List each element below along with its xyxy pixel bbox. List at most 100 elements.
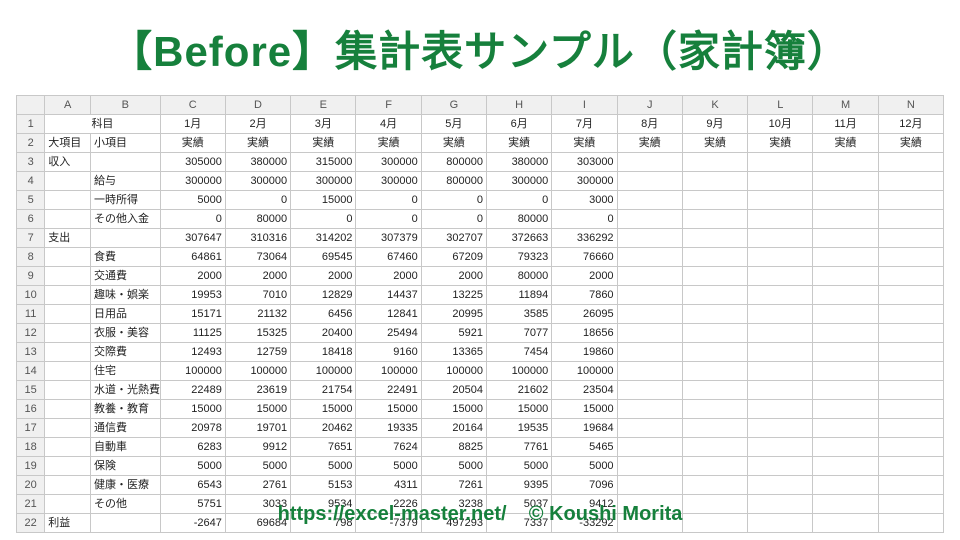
cell-value[interactable]: 372663 [487,229,552,248]
cell-value[interactable]: 14437 [356,286,421,305]
cell-value[interactable]: 2000 [552,267,617,286]
cell-value[interactable] [682,248,747,267]
cell-value[interactable]: 307379 [356,229,421,248]
cell-value[interactable]: 300000 [487,172,552,191]
cell-value[interactable]: 310316 [225,229,290,248]
cell-value[interactable]: 800000 [421,153,486,172]
cell-value[interactable]: 5000 [356,457,421,476]
cell-value[interactable]: 336292 [552,229,617,248]
cell-value[interactable]: 0 [160,210,225,229]
cell-value[interactable]: 15171 [160,305,225,324]
cell-value[interactable]: 2761 [225,476,290,495]
cell-value[interactable] [878,400,943,419]
cell-sub-cat[interactable]: 趣味・娯楽 [90,286,160,305]
cell-month-9[interactable]: 9月 [682,115,747,134]
cell-value[interactable] [682,381,747,400]
cell-jisseki-4[interactable]: 実績 [356,134,421,153]
cell-jisseki-7[interactable]: 実績 [552,134,617,153]
cell-value[interactable] [813,400,878,419]
cell-value[interactable]: 380000 [225,153,290,172]
cell-value[interactable] [878,305,943,324]
cell-month-12[interactable]: 12月 [878,115,943,134]
cell-value[interactable]: 9912 [225,438,290,457]
cell-value[interactable] [682,457,747,476]
cell-value[interactable]: 9395 [487,476,552,495]
cell-value[interactable]: 21754 [291,381,356,400]
cell-value[interactable]: 64861 [160,248,225,267]
cell-big-cat[interactable] [45,286,91,305]
cell-value[interactable] [617,305,682,324]
column-header-A[interactable]: A [45,96,91,115]
cell-value[interactable]: 100000 [160,362,225,381]
cell-value[interactable] [813,153,878,172]
row-header-3[interactable]: 3 [17,153,45,172]
cell-value[interactable] [813,229,878,248]
row-header-17[interactable]: 17 [17,419,45,438]
cell-value[interactable] [878,457,943,476]
cell-sub-cat[interactable] [90,229,160,248]
cell-value[interactable]: 20995 [421,305,486,324]
cell-value[interactable]: 0 [356,191,421,210]
cell-value[interactable] [878,248,943,267]
row-header-18[interactable]: 18 [17,438,45,457]
cell-value[interactable]: 19684 [552,419,617,438]
cell-value[interactable]: 7096 [552,476,617,495]
cell-big-cat[interactable] [45,191,91,210]
cell-value[interactable] [813,343,878,362]
cell-value[interactable]: 7077 [487,324,552,343]
cell-value[interactable] [748,400,813,419]
cell-value[interactable]: 80000 [487,210,552,229]
cell-value[interactable]: 7761 [487,438,552,457]
cell-value[interactable] [748,324,813,343]
cell-value[interactable]: 9160 [356,343,421,362]
cell-value[interactable]: 20462 [291,419,356,438]
cell-value[interactable] [813,457,878,476]
column-header-B[interactable]: B [90,96,160,115]
cell-value[interactable]: 19335 [356,419,421,438]
cell-value[interactable]: 12759 [225,343,290,362]
row-header-11[interactable]: 11 [17,305,45,324]
cell-value[interactable] [617,381,682,400]
cell-sub-cat[interactable]: その他入金 [90,210,160,229]
cell-value[interactable] [682,476,747,495]
cell-value[interactable] [878,419,943,438]
cell-value[interactable] [682,324,747,343]
cell-sub-cat[interactable]: 健康・医療 [90,476,160,495]
cell-value[interactable]: 2000 [225,267,290,286]
cell-value[interactable] [617,153,682,172]
cell-value[interactable]: 26095 [552,305,617,324]
cell-jisseki-9[interactable]: 実績 [682,134,747,153]
cell-value[interactable]: 5000 [160,457,225,476]
cell-value[interactable]: 7261 [421,476,486,495]
cell-big-cat[interactable] [45,400,91,419]
column-header-G[interactable]: G [421,96,486,115]
cell-value[interactable] [748,153,813,172]
cell-value[interactable]: 20164 [421,419,486,438]
cell-value[interactable] [878,229,943,248]
cell-month-2[interactable]: 2月 [225,115,290,134]
cell-value[interactable]: 7454 [487,343,552,362]
cell-value[interactable]: 5000 [421,457,486,476]
cell-value[interactable] [748,419,813,438]
cell-value[interactable]: 300000 [356,172,421,191]
row-header-16[interactable]: 16 [17,400,45,419]
cell-value[interactable] [617,172,682,191]
cell-value[interactable]: 7860 [552,286,617,305]
cell-value[interactable]: 23504 [552,381,617,400]
cell-value[interactable] [617,191,682,210]
cell-value[interactable]: 79323 [487,248,552,267]
cell-sub-cat[interactable]: 衣服・美容 [90,324,160,343]
cell-value[interactable] [682,400,747,419]
cell-value[interactable] [813,172,878,191]
cell-month-11[interactable]: 11月 [813,115,878,134]
row-header-9[interactable]: 9 [17,267,45,286]
cell-jisseki-10[interactable]: 実績 [748,134,813,153]
cell-value[interactable]: 300000 [552,172,617,191]
cell-kamoku-label[interactable]: 科目 [45,115,160,134]
corner-cell[interactable] [17,96,45,115]
cell-value[interactable]: 3000 [552,191,617,210]
cell-value[interactable] [878,210,943,229]
cell-value[interactable] [748,267,813,286]
column-header-F[interactable]: F [356,96,421,115]
cell-value[interactable]: 15325 [225,324,290,343]
